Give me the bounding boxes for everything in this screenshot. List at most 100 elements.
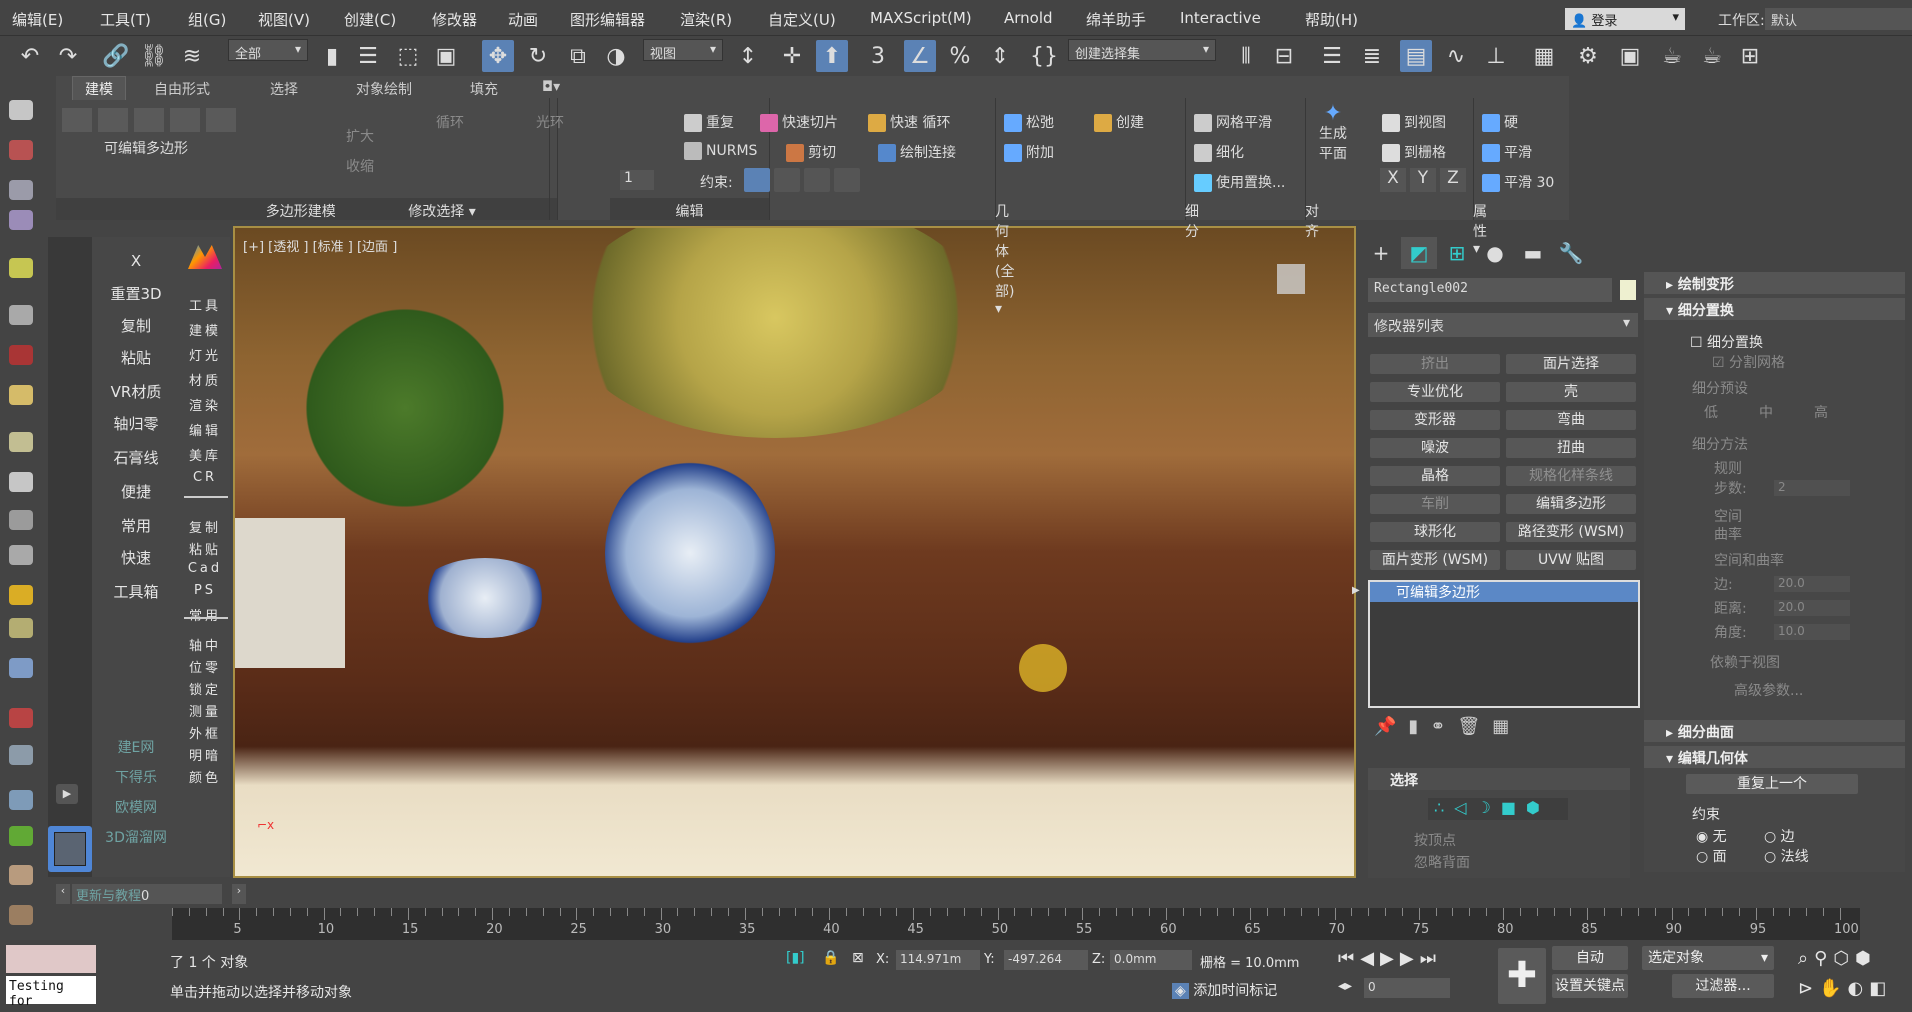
advanced-params-button[interactable]: 高级参数... [1734, 680, 1803, 700]
named-selection-dropdown[interactable]: 创建选择集 [1068, 39, 1216, 62]
by-vertex-checkbox[interactable]: 按顶点 [1414, 830, 1456, 850]
plugin-btn-9[interactable]: 快速 [92, 547, 180, 568]
loop-button[interactable]: 循环 [436, 112, 464, 132]
left-tool-icon-13[interactable] [9, 618, 33, 638]
lock-icon[interactable]: 🔒 [822, 950, 839, 966]
render-cloud-icon[interactable]: ☕ [1696, 40, 1728, 72]
subdiv-disp-checkbox[interactable]: ☐ 细分置换 [1690, 332, 1763, 352]
undo-icon[interactable]: ↶ [14, 40, 46, 72]
display-tab-icon[interactable]: ▬ [1515, 237, 1551, 269]
render-setup-icon[interactable]: ⚙ [1572, 40, 1604, 72]
ribbon-panel-title[interactable]: 编辑 [610, 198, 769, 220]
to-grid-button[interactable]: 到栅格 [1382, 142, 1446, 162]
to-view-button[interactable]: 到视图 [1382, 112, 1446, 132]
constraint-normal-icon[interactable] [834, 168, 860, 192]
left-tool-icon-7[interactable] [9, 385, 33, 405]
prev-frame-button[interactable]: ‹ [56, 884, 70, 904]
constraint-face-radio[interactable]: ○ 面 [1696, 846, 1727, 866]
plugin-tool-2[interactable]: 灯光 [180, 345, 230, 364]
left-tool-icon-18[interactable] [9, 826, 33, 846]
plugin-tool-3[interactable]: 材质 [180, 370, 230, 389]
mid-button[interactable]: 中 [1759, 402, 1773, 422]
shrink-button[interactable]: 收缩 [346, 156, 374, 176]
ignore-backfacing-checkbox[interactable]: 忽略背面 [1414, 852, 1470, 872]
motion-tab-icon[interactable]: ● [1477, 237, 1513, 269]
set-key-button[interactable]: 设置关键点 [1552, 974, 1628, 998]
time-slider[interactable]: ‹ 更新与教程0 › [56, 884, 1556, 904]
stack-item-editable-poly[interactable]: ▶ 可编辑多边形 [1352, 582, 1638, 602]
relax-button[interactable]: 松弛 [1004, 112, 1054, 132]
scale-icon[interactable]: ⧉ [562, 40, 594, 72]
paint-connect-button[interactable]: 绘制连接 [878, 142, 956, 162]
modifier-button[interactable]: UVW 贴图 [1506, 550, 1636, 570]
attach-button[interactable]: 附加 [1004, 142, 1054, 162]
left-tool-icon-9[interactable] [9, 472, 33, 492]
modifier-button[interactable]: 路径变形 (WSM) [1506, 522, 1636, 542]
plugin-btn-2[interactable]: 复制 [92, 315, 180, 336]
left-tool-icon-4[interactable] [9, 258, 33, 278]
plugin-btn-8[interactable]: 常用 [92, 515, 180, 536]
modifier-button[interactable]: 壳 [1506, 382, 1636, 402]
low-button[interactable]: 低 [1704, 402, 1718, 422]
move-icon[interactable]: ✥ [482, 40, 514, 72]
left-tool-icon-17[interactable] [9, 790, 33, 810]
modifier-button[interactable]: 变形器 [1370, 410, 1500, 430]
left-tool-icon-19[interactable] [9, 865, 33, 885]
menu-8[interactable]: 渲染(R) [680, 9, 732, 30]
create-tab-icon[interactable]: + [1363, 237, 1399, 269]
select-icon[interactable]: ▮ [316, 40, 348, 72]
current-frame-field[interactable]: 0 [1364, 978, 1450, 998]
plugin-tool-11[interactable]: PS [180, 583, 230, 598]
modify-tab-icon[interactable]: ◩ [1401, 237, 1437, 269]
maxscript-listener-mini[interactable] [6, 945, 96, 973]
plugin-link-3[interactable]: 3D溜溜网 [92, 827, 180, 847]
menu-4[interactable]: 创建(C) [344, 9, 396, 30]
quickloop-button[interactable]: 快速 循环 [868, 112, 950, 132]
y-coord-field[interactable]: -497.264 [1004, 950, 1088, 970]
view-dependent-checkbox[interactable]: 依赖于视图 [1710, 652, 1780, 672]
paint-deform-header[interactable]: ▸ 绘制变形 [1644, 272, 1905, 294]
plugin-btn-1[interactable]: 重置3D [92, 283, 180, 304]
menu-1[interactable]: 工具(T) [100, 9, 151, 30]
align-y-button[interactable]: Y [1410, 168, 1436, 192]
extra-icon[interactable]: ⊞ [1734, 40, 1766, 72]
abs-mode-icon[interactable]: ⊠ [852, 950, 864, 966]
pivot-icon[interactable]: ↕ [732, 40, 764, 72]
maxscript-input[interactable]: Testing for [6, 976, 96, 1009]
modifier-button[interactable]: 噪波 [1370, 438, 1500, 458]
left-tool-icon-20[interactable] [9, 905, 33, 925]
align-icon[interactable]: ⊟ [1268, 40, 1300, 72]
menu-6[interactable]: 动画 [508, 9, 538, 30]
left-tool-icon-12[interactable] [9, 585, 33, 605]
plugin-tool-1[interactable]: 建模 [180, 320, 230, 339]
ring-button[interactable]: 光环 [536, 112, 564, 132]
show-end-result-icon[interactable]: ▮ [1408, 716, 1430, 737]
next-frame-button[interactable]: › [232, 884, 246, 904]
utilities-tab-icon[interactable]: 🔧 [1553, 237, 1589, 269]
plugin-tool-8[interactable]: 复制 [180, 517, 230, 536]
place-icon[interactable]: ◑ [600, 40, 632, 72]
create-button[interactable]: 创建 [1094, 112, 1144, 132]
key-filter-dropdown[interactable]: 选定对象 ▾ [1642, 946, 1774, 970]
angle-snap-icon[interactable]: ∠ [904, 40, 936, 72]
plugin-tool-17[interactable]: 外框 [180, 723, 230, 742]
viewport-thumb-button[interactable] [48, 826, 92, 872]
auto-key-button[interactable]: 自动 [1552, 946, 1628, 970]
link-icon[interactable]: 🔗 [100, 40, 132, 72]
ribbon-toggle-icon[interactable]: ▤ [1400, 40, 1432, 72]
key-mode-icon[interactable]: ◂▸ [1338, 978, 1352, 994]
left-tool-icon-2[interactable] [9, 180, 33, 200]
subobject-polygon-icon[interactable] [170, 108, 200, 132]
viewport-label[interactable]: [+] [透视 ] [标准 ] [边面 ] [243, 236, 397, 255]
menu-10[interactable]: MAXScript(M) [870, 9, 972, 27]
high-button[interactable]: 高 [1814, 402, 1828, 422]
constraint-edge-radio[interactable]: ○ 边 [1764, 826, 1795, 846]
left-tool-icon-6[interactable] [9, 345, 33, 365]
subobject-icons[interactable]: ∴◁☽■⬢ [1428, 798, 1568, 820]
plugin-tool-10[interactable]: Cad [180, 561, 230, 576]
modifier-stack[interactable]: ▶ 可编辑多边形 [1352, 580, 1640, 708]
left-tool-icon-5[interactable] [9, 305, 33, 325]
subobject-border-icon[interactable] [134, 108, 164, 132]
ribbon-tab-0[interactable]: 建模 [72, 76, 126, 100]
spatial-radio[interactable]: 空间 [1714, 506, 1742, 526]
